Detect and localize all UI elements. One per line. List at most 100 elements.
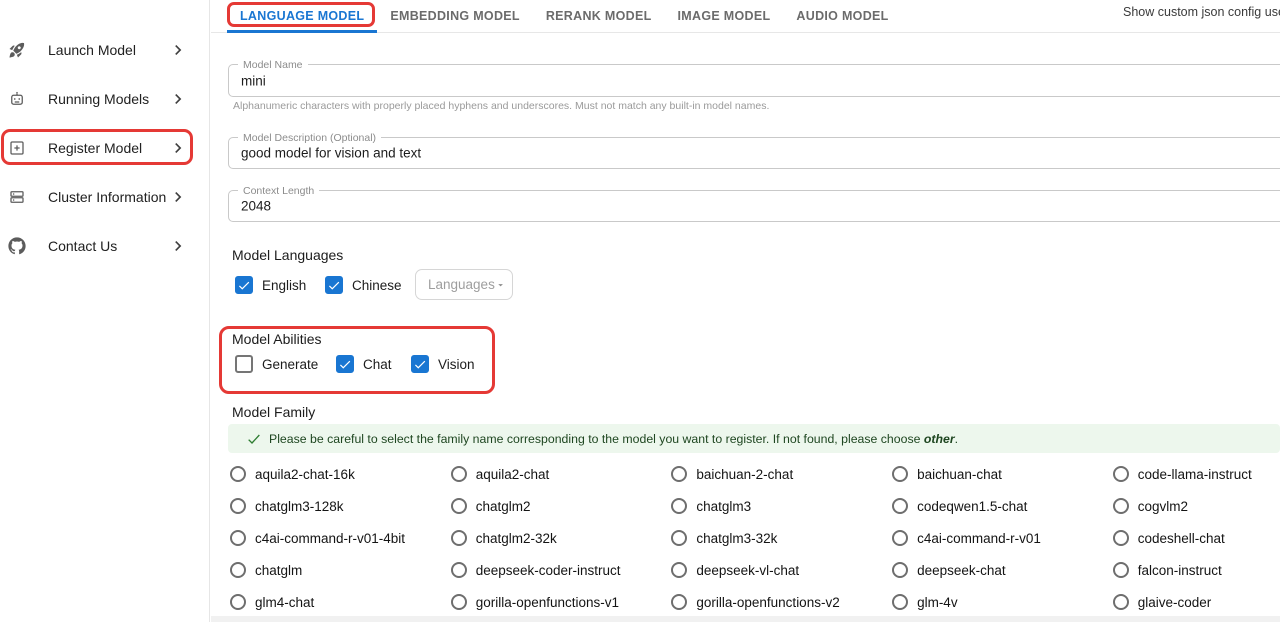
tab-label: RERANK MODEL [546,9,652,23]
radio-c4ai-command-r-v01-4bit[interactable]: c4ai-command-r-v01-4bit [230,530,451,546]
tab-embedding-model[interactable]: EMBEDDING MODEL [377,0,533,32]
add-box-icon [8,139,26,157]
radio-chatglm3[interactable]: chatglm3 [671,498,892,514]
radio-baichuan-2-chat[interactable]: baichuan-2-chat [671,466,892,482]
checkbox-label: Chat [363,357,392,372]
sidebar-item-label: Running Models [48,91,149,107]
radio-icon [892,594,908,610]
radio-label: glaive-coder [1138,595,1212,610]
radio-label: chatglm3-128k [255,499,344,514]
checked-checkbox-icon [411,355,429,373]
model-description-label: Model Description (Optional) [238,132,381,144]
radio-icon [230,498,246,514]
checked-checkbox-icon [325,276,343,294]
radio-icon [451,498,467,514]
checkbox-english[interactable]: English [235,275,306,295]
radio-icon [892,466,908,482]
radio-label: chatglm3-32k [696,531,777,546]
radio-falcon-instruct[interactable]: falcon-instruct [1113,562,1280,578]
sidebar-item-register-model[interactable]: Register Model [0,131,210,164]
radio-icon [892,530,908,546]
radio-label: aquila2-chat [476,467,550,482]
radio-label: baichuan-2-chat [696,467,793,482]
radio-label: gorilla-openfunctions-v1 [476,595,619,610]
radio-glm4-chat[interactable]: glm4-chat [230,594,451,610]
radio-icon [451,562,467,578]
checkbox-label: English [262,278,306,293]
model-abilities-heading: Model Abilities [232,331,322,347]
radio-codeshell-chat[interactable]: codeshell-chat [1113,530,1280,546]
checkbox-chat[interactable]: Chat [336,354,392,374]
sidebar-item-label: Launch Model [48,42,136,58]
radio-icon [1113,562,1129,578]
radio-icon [671,530,687,546]
radio-chatglm2-32k[interactable]: chatglm2-32k [451,530,672,546]
radio-codeqwen1.5-chat[interactable]: codeqwen1.5-chat [892,498,1113,514]
radio-label: codeqwen1.5-chat [917,499,1027,514]
bottom-divider-strip [211,616,1280,622]
radio-glm-4v[interactable]: glm-4v [892,594,1113,610]
radio-deepseek-chat[interactable]: deepseek-chat [892,562,1113,578]
radio-label: chatglm [255,563,302,578]
radio-icon [671,594,687,610]
radio-icon [451,594,467,610]
radio-deepseek-vl-chat[interactable]: deepseek-vl-chat [671,562,892,578]
sidebar-item-running-models[interactable]: Running Models [0,82,210,115]
model-description-field[interactable]: Model Description (Optional) good model … [228,137,1280,169]
radio-icon [451,530,467,546]
radio-label: chatglm2 [476,499,531,514]
show-custom-json-config-toggle[interactable]: Show custom json config used b [1123,5,1280,19]
tab-audio-model[interactable]: AUDIO MODEL [783,0,901,32]
tab-language-model[interactable]: LANGUAGE MODEL [227,0,377,32]
radio-icon [671,498,687,514]
radio-icon [892,562,908,578]
radio-aquila2-chat[interactable]: aquila2-chat [451,466,672,482]
radio-chatglm3-32k[interactable]: chatglm3-32k [671,530,892,546]
tab-image-model[interactable]: IMAGE MODEL [665,0,784,32]
radio-label: chatglm3 [696,499,751,514]
radio-chatglm2[interactable]: chatglm2 [451,498,672,514]
sidebar-item-contact-us[interactable]: Contact Us [0,229,210,262]
checkbox-label: Vision [438,357,475,372]
chevron-right-icon [168,187,188,207]
model-description-input[interactable]: good model for vision and text [241,146,421,161]
languages-select[interactable]: Languages [415,269,513,300]
radio-chatglm[interactable]: chatglm [230,562,451,578]
unchecked-checkbox-icon [235,355,253,373]
context-length-field[interactable]: Context Length 2048 [228,190,1280,222]
model-name-input[interactable]: mini [241,73,266,88]
model-family-success-alert: Please be careful to select the family n… [228,424,1280,453]
robot-icon [8,90,26,108]
radio-gorilla-openfunctions-v2[interactable]: gorilla-openfunctions-v2 [671,594,892,610]
context-length-input[interactable]: 2048 [241,199,271,214]
radio-gorilla-openfunctions-v1[interactable]: gorilla-openfunctions-v1 [451,594,672,610]
checkbox-vision[interactable]: Vision [411,354,475,374]
radio-c4ai-command-r-v01[interactable]: c4ai-command-r-v01 [892,530,1113,546]
radio-cogvlm2[interactable]: cogvlm2 [1113,498,1280,514]
check-icon [246,431,262,447]
radio-chatglm3-128k[interactable]: chatglm3-128k [230,498,451,514]
sidebar-item-launch-model[interactable]: Launch Model [0,33,210,66]
context-length-label: Context Length [238,185,319,197]
checkbox-generate[interactable]: Generate [235,354,318,374]
checked-checkbox-icon [235,276,253,294]
radio-icon [230,594,246,610]
sidebar-item-cluster-information[interactable]: Cluster Information [0,180,210,213]
radio-label: deepseek-vl-chat [696,563,799,578]
radio-icon [671,466,687,482]
radio-baichuan-chat[interactable]: baichuan-chat [892,466,1113,482]
tab-rerank-model[interactable]: RERANK MODEL [533,0,665,32]
radio-icon [1113,498,1129,514]
radio-code-llama-instruct[interactable]: code-llama-instruct [1113,466,1280,482]
radio-icon [1113,594,1129,610]
radio-icon [451,466,467,482]
dropdown-arrow-icon [495,276,506,294]
radio-aquila2-chat-16k[interactable]: aquila2-chat-16k [230,466,451,482]
tab-label: AUDIO MODEL [796,9,888,23]
model-name-field[interactable]: Model Name mini [228,64,1280,97]
tab-label: LANGUAGE MODEL [240,9,364,23]
radio-glaive-coder[interactable]: glaive-coder [1113,594,1280,610]
radio-deepseek-coder-instruct[interactable]: deepseek-coder-instruct [451,562,672,578]
checkbox-chinese[interactable]: Chinese [325,275,402,295]
checkbox-label: Chinese [352,278,402,293]
